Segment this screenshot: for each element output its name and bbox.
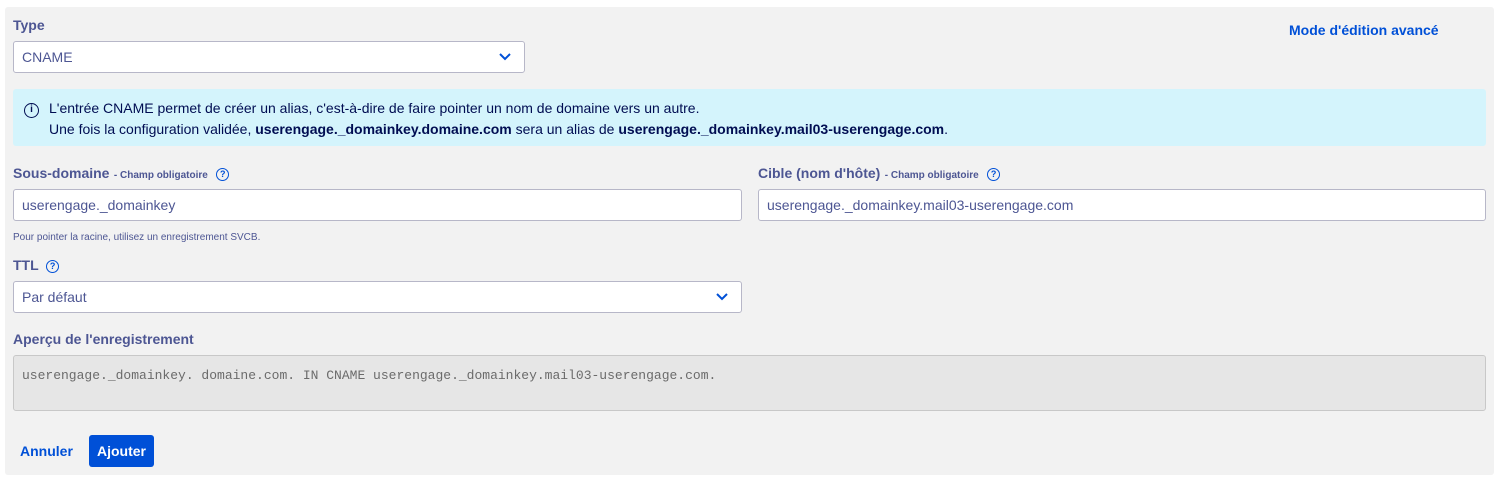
subdomain-label: Sous-domaine: [13, 165, 110, 181]
info-line-2-middle: sera un alias de: [511, 121, 619, 137]
info-icon: i: [24, 103, 39, 118]
type-select-value: CNAME: [22, 49, 73, 65]
info-line-2-suffix: .: [944, 121, 949, 137]
help-icon[interactable]: ?: [216, 168, 230, 181]
advanced-mode-link[interactable]: Mode d'édition avancé: [1289, 22, 1439, 38]
add-button[interactable]: Ajouter: [89, 435, 154, 467]
help-icon[interactable]: ?: [987, 168, 1001, 181]
subdomain-label-row: Sous-domaine - Champ obligatoire ?: [13, 165, 230, 183]
chevron-down-icon: [499, 53, 511, 61]
cancel-button[interactable]: Annuler: [20, 443, 73, 459]
ttl-select-value: Par défaut: [22, 289, 87, 305]
info-text: L'entrée CNAME permet de créer un alias,…: [49, 98, 948, 140]
subdomain-input[interactable]: userengage._domainkey: [13, 189, 742, 221]
preview-label: Aperçu de l'enregistrement: [13, 331, 194, 347]
info-banner: i L'entrée CNAME permet de créer un alia…: [13, 89, 1486, 146]
info-line-2-prefix: Une fois la configuration validée,: [49, 121, 256, 137]
info-target-domain: userengage._domainkey.mail03-userengage.…: [618, 121, 945, 137]
target-label: Cible (nom d'hôte): [758, 165, 881, 181]
chevron-down-icon: [716, 293, 728, 301]
ttl-label-row: TTL ?: [13, 257, 60, 275]
info-source-domain: userengage._domainkey.domaine.com: [255, 121, 512, 137]
record-preview: userengage._domainkey. domaine.com. IN C…: [13, 355, 1486, 411]
target-required: - Champ obligatoire: [884, 170, 979, 181]
subdomain-hint: Pour pointer la racine, utilisez un enre…: [13, 232, 261, 243]
subdomain-required: - Champ obligatoire: [113, 170, 208, 181]
help-icon[interactable]: ?: [46, 260, 60, 273]
type-label: Type: [13, 17, 45, 33]
target-input-value: userengage._domainkey.mail03-userengage.…: [767, 197, 1074, 213]
target-label-row: Cible (nom d'hôte) - Champ obligatoire ?: [758, 165, 1001, 183]
subdomain-input-value: userengage._domainkey: [22, 197, 176, 213]
info-line-1: L'entrée CNAME permet de créer un alias,…: [49, 100, 700, 116]
record-form: Type CNAME Mode d'édition avancé i L'ent…: [5, 7, 1494, 475]
type-select[interactable]: CNAME: [13, 41, 525, 73]
ttl-select[interactable]: Par défaut: [13, 281, 742, 313]
target-input[interactable]: userengage._domainkey.mail03-userengage.…: [758, 189, 1486, 221]
info-line-2: Une fois la configuration validée, usere…: [49, 119, 948, 140]
ttl-label: TTL: [13, 257, 39, 273]
